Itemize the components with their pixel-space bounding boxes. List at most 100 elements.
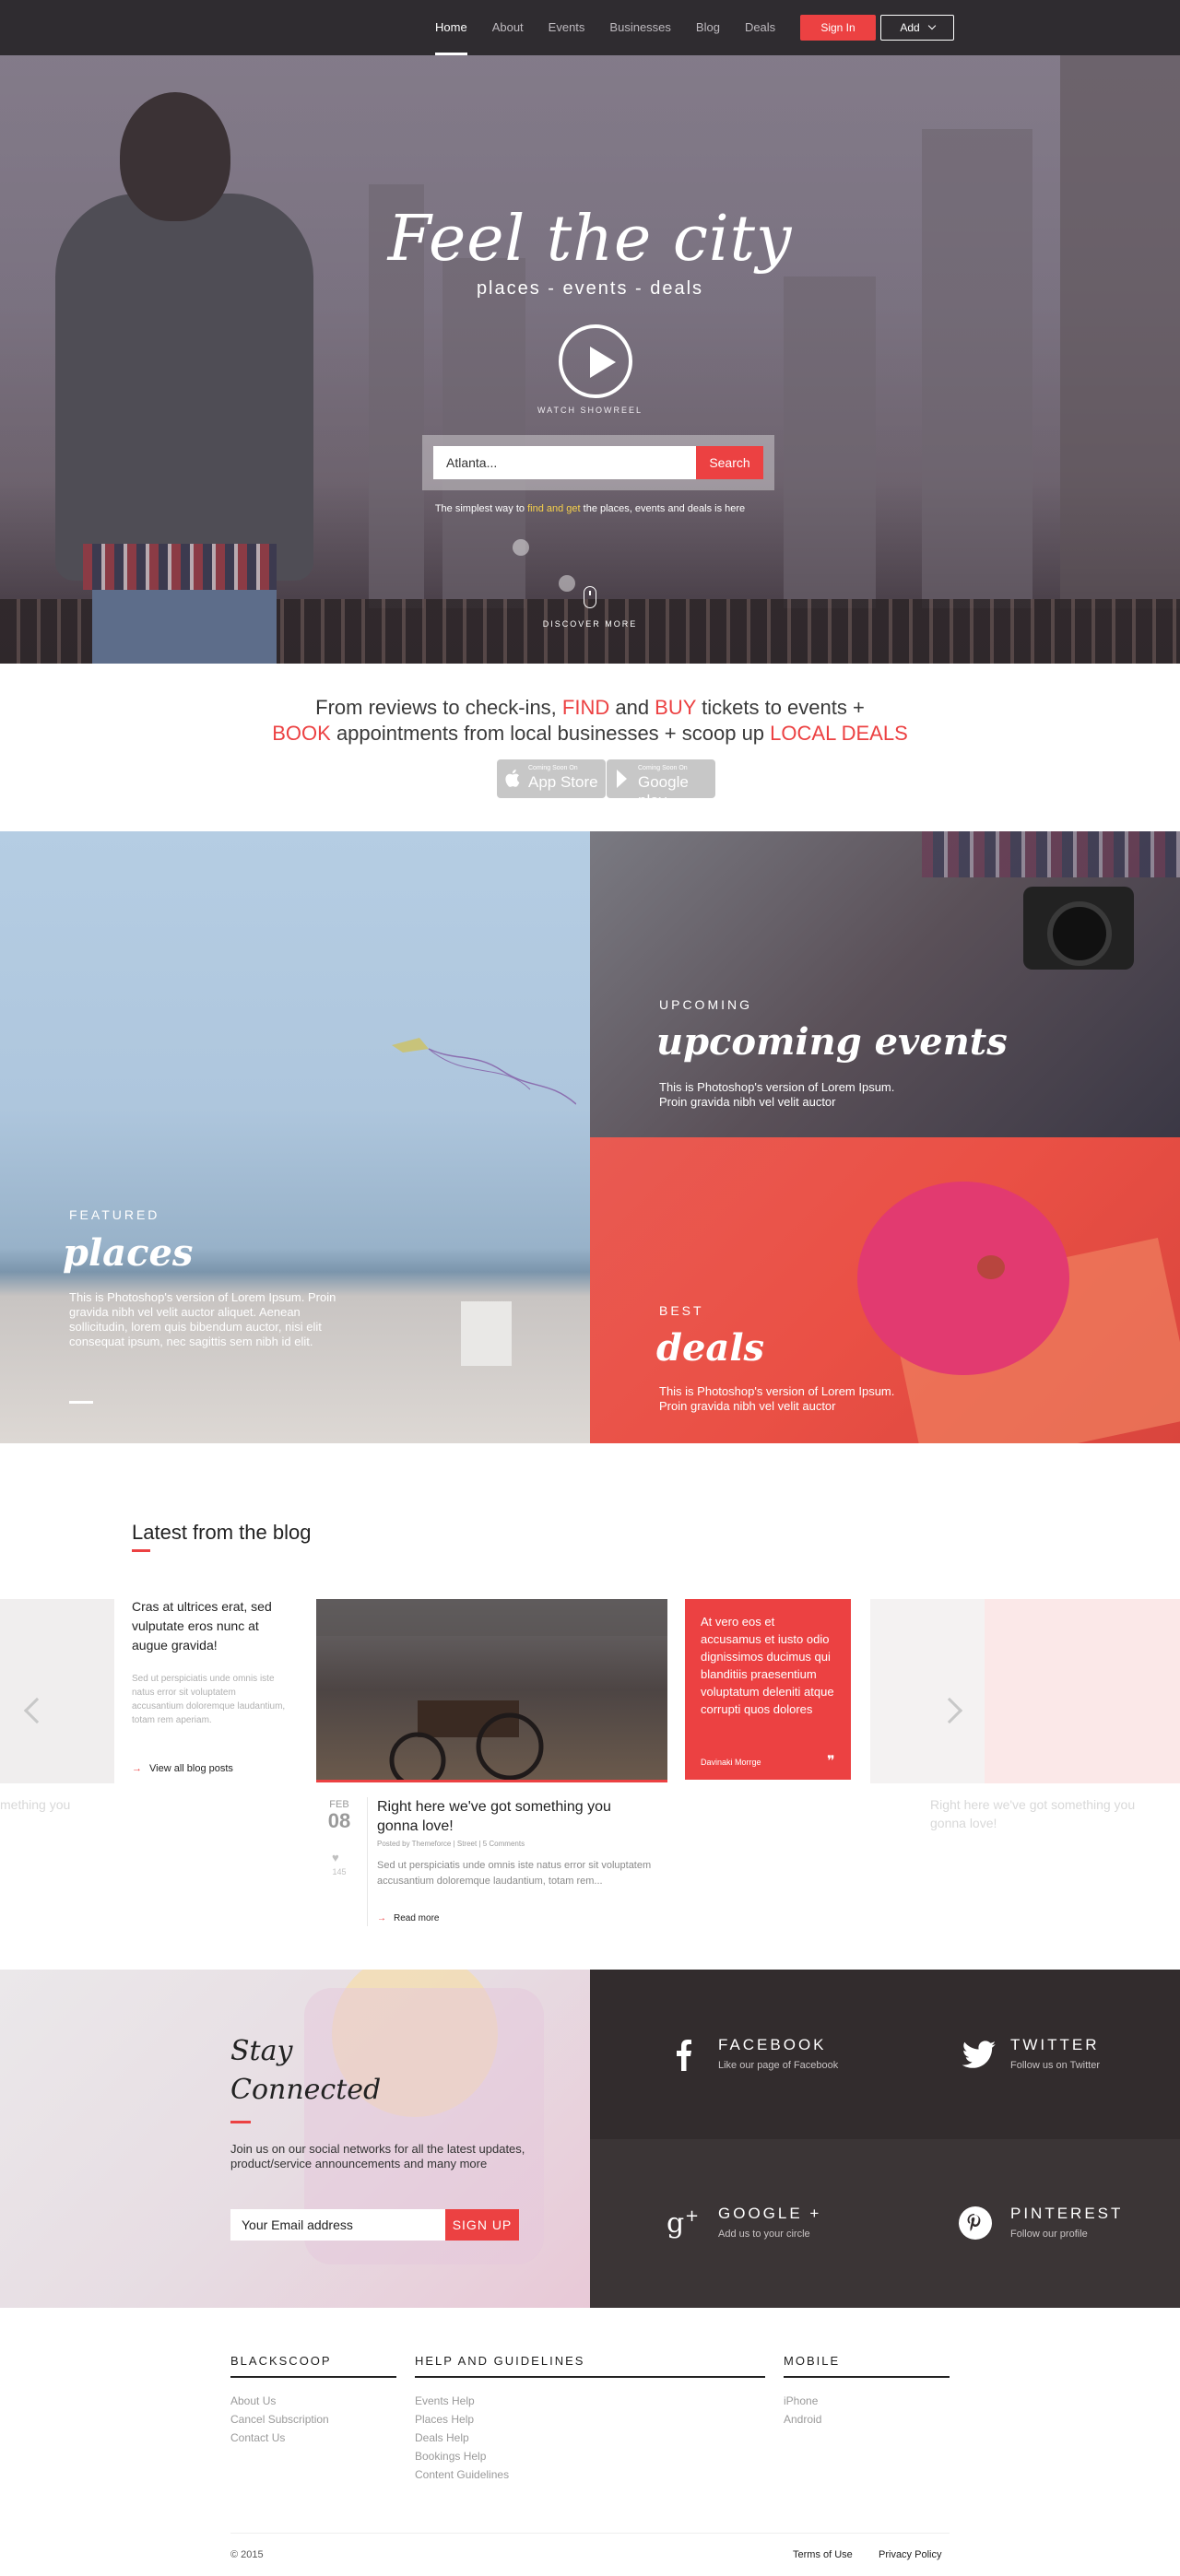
- footer-link-iphone[interactable]: iPhone: [784, 2394, 818, 2407]
- nav-about[interactable]: About: [492, 0, 524, 55]
- donut-image: [857, 1182, 1069, 1375]
- post-like-count: 145: [332, 1867, 347, 1876]
- read-more-label: Read more: [394, 1913, 440, 1923]
- play-icon[interactable]: [559, 324, 632, 398]
- background-building: [1060, 55, 1180, 608]
- google-plus-sub: Add us to your circle: [718, 2229, 810, 2240]
- app-store-small: Coming Soon On: [528, 765, 578, 771]
- facebook-name: FACEBOOK: [718, 2036, 827, 2053]
- facebook-icon: [677, 2040, 691, 2071]
- facebook-sub: Like our page of Facebook: [718, 2060, 839, 2071]
- email-field[interactable]: [230, 2209, 445, 2241]
- footer-link-deals-help[interactable]: Deals Help: [415, 2431, 469, 2444]
- google-plus-icon: g +: [667, 2206, 699, 2240]
- places-tile[interactable]: FEATURED places This is Photoshop's vers…: [0, 831, 590, 1443]
- footer-link-contact-us[interactable]: Contact Us: [230, 2431, 285, 2444]
- deals-title: deals: [656, 1326, 765, 1370]
- apple-icon: [505, 769, 520, 787]
- twitter-name: TWITTER: [1010, 2036, 1100, 2053]
- arrow-right-icon: →: [132, 1763, 142, 1774]
- nav-links: Home About Events Businesses Blog Deals: [435, 0, 800, 55]
- watch-showreel-label: WATCH SHOWREEL: [537, 406, 643, 415]
- promo-section: From reviews to check-ins, FIND and BUY …: [0, 664, 1180, 831]
- discover-more-label[interactable]: DISCOVER MORE: [0, 619, 1180, 629]
- app-store-button[interactable]: Coming Soon On App Store: [497, 759, 606, 798]
- promo-find: FIND: [561, 696, 610, 719]
- footer-col-underline: [415, 2376, 765, 2378]
- stay-connected-section: [0, 1970, 590, 2308]
- footer-col-mobile-title: MOBILE: [784, 2354, 841, 2368]
- privacy-policy-link[interactable]: Privacy Policy: [879, 2549, 941, 2560]
- terms-of-use-link[interactable]: Terms of Use: [793, 2549, 853, 2560]
- upcoming-description: This is Photoshop's version of Lorem Ips…: [659, 1080, 895, 1109]
- chevron-down-icon: [927, 21, 936, 30]
- deals-tile[interactable]: BEST deals This is Photoshop's version o…: [590, 1137, 1180, 1443]
- blog-post-image[interactable]: [316, 1599, 667, 1789]
- stay-connected-text: Join us on our social networks for all t…: [230, 2142, 525, 2170]
- nav-blog[interactable]: Blog: [696, 0, 720, 55]
- google-plus-name: GOOGLE +: [718, 2205, 822, 2222]
- quote-card: At vero eos et accusamus et iusto odio d…: [685, 1599, 851, 1780]
- read-more-link[interactable]: → Read more: [377, 1913, 439, 1923]
- features-grid: FEATURED places This is Photoshop's vers…: [0, 831, 1180, 1443]
- google-play-button[interactable]: Coming Soon On Google play: [607, 759, 715, 809]
- footer-link-content-guidelines[interactable]: Content Guidelines: [415, 2468, 509, 2481]
- bicycle-image: [316, 1599, 667, 1789]
- heart-icon[interactable]: ♥: [332, 1851, 339, 1864]
- sign-in-button[interactable]: Sign In: [800, 15, 876, 41]
- nav-events[interactable]: Events: [549, 0, 585, 55]
- footer-link-cancel-subscription[interactable]: Cancel Subscription: [230, 2413, 329, 2426]
- sign-up-button[interactable]: SIGN UP: [445, 2209, 519, 2241]
- copyright: © 2015: [230, 2549, 264, 2560]
- footer-link-events-help[interactable]: Events Help: [415, 2394, 475, 2407]
- twitter-icon: [962, 2041, 996, 2068]
- svg-text:g: g: [667, 2207, 684, 2240]
- mouse-scroll-icon[interactable]: [584, 586, 596, 608]
- footer-link-about-us[interactable]: About Us: [230, 2394, 276, 2407]
- blog-title-accent: [132, 1549, 150, 1552]
- places-accent-bar: [69, 1401, 93, 1404]
- view-all-posts-link[interactable]: → View all blog posts: [132, 1763, 233, 1774]
- promo-book: BOOK: [272, 722, 331, 745]
- deals-description: This is Photoshop's version of Lorem Ips…: [659, 1384, 895, 1413]
- background-building: [442, 258, 525, 608]
- stay-accent-bar: [230, 2121, 251, 2123]
- faded-image: [985, 1599, 1180, 1783]
- blog-card-faded-right: [870, 1599, 1180, 1783]
- photographer-figure: [28, 74, 323, 664]
- google-play-icon: [617, 770, 627, 788]
- hero-subtitle: places - events - deals: [476, 278, 704, 299]
- top-nav: Home About Events Businesses Blog Deals …: [0, 0, 1180, 55]
- view-all-label: View all blog posts: [149, 1763, 233, 1774]
- blog-post-title[interactable]: Right here we've got something you gonna…: [377, 1797, 654, 1836]
- promo-local-deals: LOCAL DEALS: [770, 722, 908, 745]
- hero-tagline: The simplest way to find and get the pla…: [0, 503, 1180, 514]
- upcoming-title: upcoming events: [656, 1020, 1008, 1064]
- blog-post-excerpt: Sed ut perspiciatis unde omnis iste natu…: [377, 1860, 652, 1887]
- post-date-day: 08: [327, 1809, 351, 1832]
- search-box: Search: [422, 435, 774, 490]
- footer-col-blackscoop-title: BLACKSCOOP: [230, 2354, 332, 2368]
- places-description: This is Photoshop's version of Lorem Ips…: [69, 1290, 336, 1348]
- donut-hole: [977, 1255, 1005, 1279]
- footer-link-android[interactable]: Android: [784, 2413, 821, 2426]
- promo-text: and: [609, 696, 655, 719]
- footer-link-places-help[interactable]: Places Help: [415, 2413, 474, 2426]
- decorative-dot: [559, 575, 575, 592]
- search-input[interactable]: [433, 446, 696, 479]
- beach-object: [461, 1301, 512, 1366]
- nav-businesses[interactable]: Businesses: [609, 0, 670, 55]
- person-head: [120, 92, 230, 221]
- places-title: places: [63, 1231, 194, 1275]
- footer-link-bookings-help[interactable]: Bookings Help: [415, 2450, 486, 2463]
- blog-post-meta: Posted by Themeforce | Street | 5 Commen…: [377, 1840, 525, 1848]
- add-dropdown-button[interactable]: Add: [880, 15, 954, 41]
- nav-deals[interactable]: Deals: [745, 0, 775, 55]
- search-button[interactable]: Search: [696, 446, 763, 479]
- upcoming-events-tile[interactable]: UPCOMING upcoming events This is Photosh…: [590, 831, 1180, 1137]
- faded-post-title: mething you: [0, 1797, 71, 1812]
- nav-home[interactable]: Home: [435, 0, 467, 55]
- promo-text: From reviews to check-ins,: [315, 696, 562, 719]
- quote-text: At vero eos et accusamus et iusto odio d…: [701, 1615, 834, 1716]
- person-shirt: [83, 544, 277, 590]
